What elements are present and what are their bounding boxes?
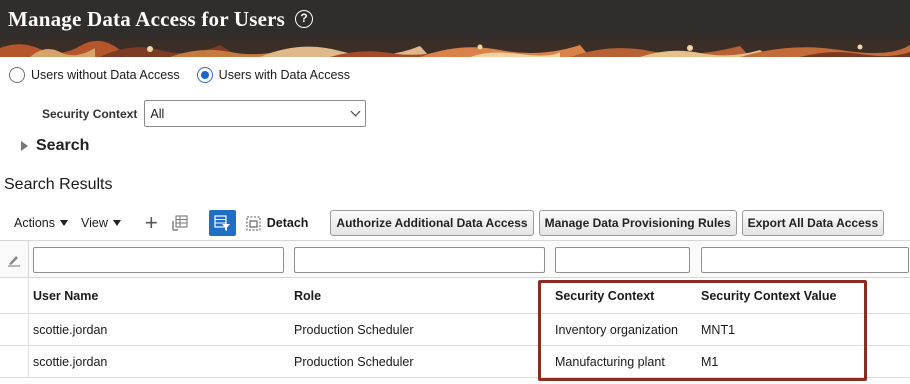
manage-data-provisioning-rules-button[interactable]: Manage Data Provisioning Rules	[538, 210, 737, 236]
actions-menu[interactable]: Actions	[14, 216, 68, 230]
actions-menu-label: Actions	[14, 216, 55, 230]
radio-label: Users without Data Access	[31, 68, 180, 82]
view-menu-label: View	[81, 216, 108, 230]
detach-label: Detach	[266, 216, 309, 230]
access-filter-radio-group: Users without Data Access Users with Dat…	[9, 67, 367, 83]
column-header-security-context-value[interactable]: Security Context Value	[701, 278, 836, 313]
radio-label: Users with Data Access	[218, 68, 350, 82]
user-name-filter-input[interactable]	[33, 247, 284, 273]
add-icon[interactable]: +	[145, 212, 158, 234]
search-label: Search	[36, 137, 90, 154]
radio-users-with-access[interactable]: Users with Data Access	[196, 67, 350, 83]
radio-button-icon[interactable]	[9, 67, 25, 83]
user-name-cell: scottie.jordan	[33, 322, 108, 337]
table-header-row: User Name Role Security Context Security…	[0, 278, 910, 314]
row-header-cell[interactable]	[0, 346, 29, 377]
table-filter-row	[0, 240, 910, 278]
radio-button-selected-icon[interactable]	[196, 67, 213, 83]
freeze-columns-icon[interactable]	[172, 215, 188, 231]
radio-users-without-access[interactable]: Users without Data Access	[9, 67, 180, 83]
role-filter-input[interactable]	[294, 247, 545, 273]
page-title: Manage Data Access for Users	[8, 6, 285, 31]
table-row[interactable]: scottie.jordan Production Scheduler Manu…	[0, 346, 910, 378]
security-context-value-filter-input[interactable]	[701, 247, 909, 273]
chevron-down-icon	[350, 106, 361, 117]
detach-button[interactable]: Detach	[246, 216, 309, 231]
clear-filter-icon[interactable]	[0, 241, 29, 278]
help-icon[interactable]: ?	[294, 10, 313, 28]
row-header-cell	[0, 278, 29, 313]
detach-icon	[246, 216, 261, 230]
security-context-filter: Security Context All	[42, 100, 367, 127]
table-row[interactable]: scottie.jordan Production Scheduler Inve…	[0, 314, 910, 346]
role-cell: Production Scheduler	[294, 322, 414, 337]
security-context-label: Security Context	[42, 106, 138, 121]
export-all-data-access-button[interactable]: Export All Data Access	[741, 210, 885, 236]
expand-triangle-icon[interactable]	[21, 141, 28, 151]
security-context-value-cell: M1	[701, 354, 719, 369]
role-cell: Production Scheduler	[294, 354, 414, 369]
query-by-example-icon[interactable]	[208, 210, 236, 236]
page-header: Manage Data Access for Users ?	[0, 0, 910, 57]
results-toolbar: Actions View + Detach Authorize Addition…	[14, 209, 889, 237]
security-context-value: All	[150, 106, 165, 121]
authorize-additional-data-access-button[interactable]: Authorize Additional Data Access	[330, 210, 534, 236]
security-context-filter-input[interactable]	[555, 247, 690, 273]
security-context-cell: Inventory organization	[555, 322, 678, 337]
column-header-user-name[interactable]: User Name	[33, 278, 98, 313]
search-disclosure[interactable]: Search	[21, 137, 89, 155]
column-header-security-context[interactable]: Security Context	[555, 278, 654, 313]
view-menu[interactable]: View	[81, 216, 121, 230]
user-name-cell: scottie.jordan	[33, 354, 108, 369]
dropdown-arrow-icon	[60, 220, 68, 226]
column-header-role[interactable]: Role	[294, 278, 321, 313]
row-header-cell[interactable]	[0, 314, 29, 345]
search-results-title: Search Results	[4, 176, 113, 193]
security-context-select[interactable]: All	[144, 100, 367, 127]
security-context-value-cell: MNT1	[701, 322, 736, 337]
dropdown-arrow-icon	[112, 220, 121, 226]
security-context-cell: Manufacturing plant	[555, 354, 665, 369]
header-pattern	[0, 40, 910, 57]
